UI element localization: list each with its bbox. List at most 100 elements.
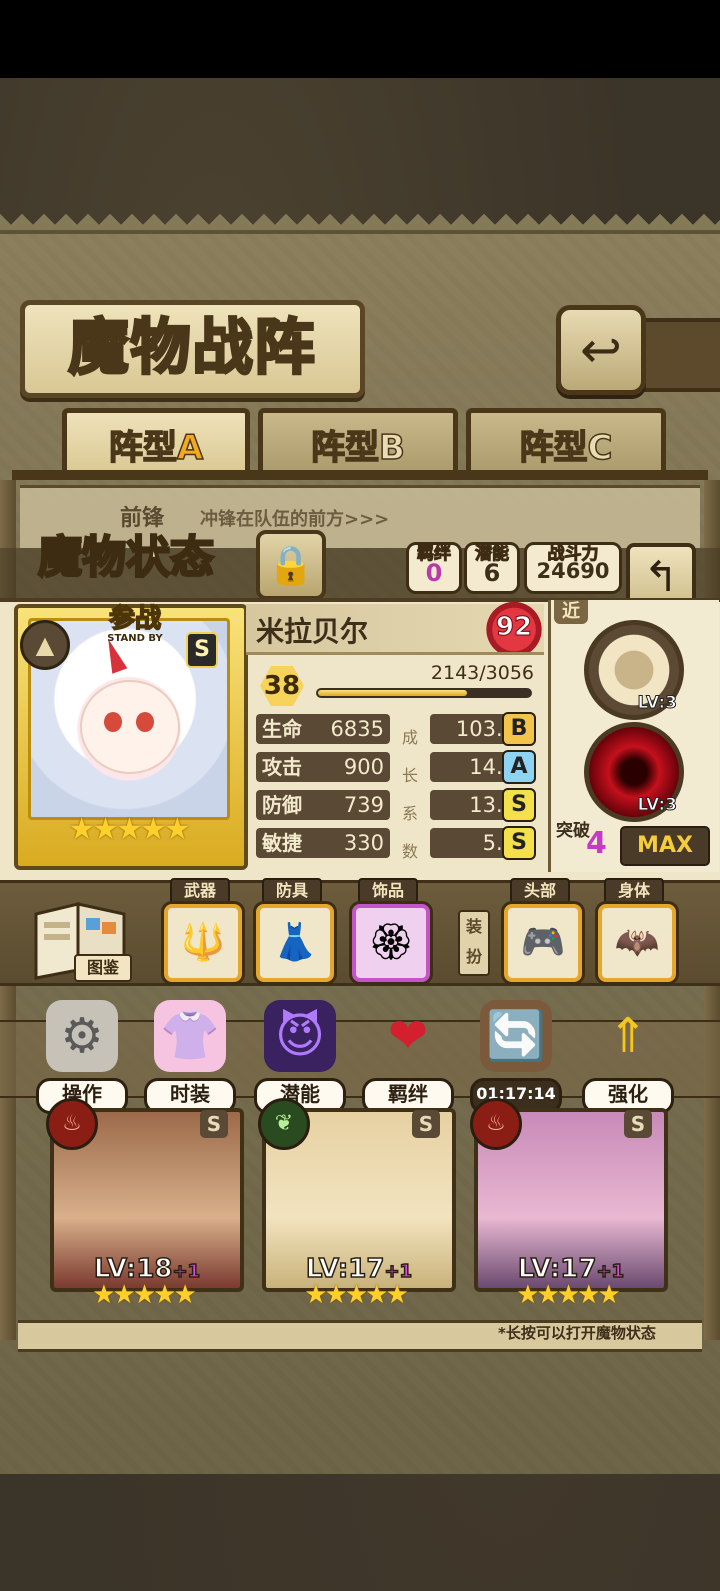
growth-char: 系 [401,804,418,823]
tab-label: 阵型 [519,427,589,469]
head-tag: 头部 [510,878,570,904]
page-title: 魔物战阵 [67,312,317,385]
body-slot[interactable]: 🦇 [598,904,676,982]
hero-rank: S [412,1110,440,1138]
back-button[interactable]: ↩ [556,305,646,395]
exp-text: 2143/3056 [430,662,534,684]
trident-icon: 🔱 [180,922,226,963]
max-button[interactable]: MAX [620,826,710,866]
grade-badge: B [502,712,536,746]
bond-box: 羁绊 0 [406,542,462,594]
character-name: 米拉贝尔 [256,615,369,648]
skill-level: LV:3 [637,795,678,816]
break-label: 突破 [556,821,590,841]
rarity-stars: ★★★★★ [68,812,190,847]
refresh-chest-icon: 🔄 [480,1000,552,1072]
lock-icon: 🔒 [267,543,315,587]
stat-name: 生命 [262,717,302,741]
hero-plus: +1 [172,1260,201,1283]
gamepad-icon: 🎮 [520,922,566,963]
dress-icon: 👗 [272,922,318,963]
stat-name: 敏捷 [262,831,302,855]
grade-badge: S [502,788,536,822]
upgrade-arrows-icon: ⇑ [607,1008,649,1064]
growth-char: 数 [401,842,418,861]
hero-plus: +1 [596,1260,625,1283]
hint-text: *长按可以打开魔物状态 [498,1324,656,1342]
medallion-icon: 🏵 [368,922,414,963]
hero-stars: ★★★★★ [92,1280,197,1310]
growth-char: 长 [401,766,418,785]
hearts-icon: ❤ [387,1008,429,1064]
armor-slot[interactable]: 👗 [256,904,334,982]
stat-row-hp: 生命 6835 [256,714,390,744]
potential-box: 潜能 6 [464,542,520,594]
stat-name: 攻击 [262,755,302,779]
tab-label: 阵型 [310,427,380,469]
return-arrow-icon: ↩ [580,321,622,379]
stat-row-atk: 攻击 900 [256,752,390,782]
leaf-icon: ❦ [258,1098,310,1150]
eye-left [104,712,122,732]
growth-char: 成 [401,728,418,747]
accessory-slot[interactable]: 🏵 [352,904,430,982]
hero-stars: ★★★★★ [516,1280,621,1310]
character-face [80,680,180,774]
stat-value: 739 [343,793,384,817]
hero-rank: S [624,1110,652,1138]
action-enhance-button[interactable]: ⇑ 强化 [582,1000,674,1114]
codex-label: 图鉴 [74,954,132,982]
outfit-icon: 👚 [154,1000,226,1072]
gear-icon: ⚙ [46,1000,118,1072]
grade-badge: A [502,750,536,784]
action-potential-button[interactable]: 😈 潜能 [254,1000,346,1114]
skill-1-button[interactable]: LV:3 [584,620,684,720]
back-rail [636,318,720,392]
bat-icon: 🦇 [614,922,660,963]
bond-value: 0 [425,559,443,587]
demon-icon: 😈 [264,1000,336,1072]
fire-icon: ♨ [470,1098,522,1150]
fire-icon: ♨ [46,1098,98,1150]
status-title: 魔物状态 [37,531,216,585]
tab-letter: B [378,427,405,469]
stat-value: 900 [343,755,384,779]
skill-level: LV:3 [637,693,678,714]
skill-2-button[interactable]: LV:3 [584,722,684,822]
eye-right [136,712,154,732]
weapon-tag: 武器 [170,878,230,904]
tab-rail [12,470,708,480]
head-slot[interactable]: 🎮 [504,904,582,982]
hero-plus: +1 [384,1260,413,1283]
range-tag: 近 [554,600,588,624]
body-tag: 身体 [604,878,664,904]
break-value: 4 [586,826,607,861]
tab-formation-a[interactable]: 阵型A [62,408,250,479]
stat-value: 330 [343,831,384,855]
tab-letter: C [587,427,613,469]
weapon-slot[interactable]: 🔱 [164,904,242,982]
stat-row-agi: 敏捷 330 [256,828,390,858]
status-bar [0,0,720,78]
accessory-tag: 饰品 [358,878,418,904]
exp-bar-fill [318,690,467,696]
tab-formation-b[interactable]: 阵型B [258,408,458,479]
action-operate-button[interactable]: ⚙ 操作 [36,1000,128,1114]
hero-rank: S [200,1110,228,1138]
action-fashion-button[interactable]: 👚 时装 [144,1000,236,1114]
tab-formation-c[interactable]: 阵型C [466,408,666,479]
action-refresh-button[interactable]: 🔄 01:17:14 [470,1000,562,1114]
tab-letter: A [176,427,204,469]
power-box: 战斗力 24690 [524,542,622,594]
affinity-heart: 92 [486,602,542,652]
potential-value: 6 [483,559,501,587]
power-value: 24690 [536,559,610,583]
dress-up-label: 装扮 [458,910,490,976]
stat-name: 防御 [262,793,302,817]
class-mountain-icon: ▲ [20,620,70,670]
armor-tag: 防具 [262,878,322,904]
stat-value: 6835 [330,717,384,741]
action-bond-button[interactable]: ❤ 羁绊 [362,1000,454,1114]
hero-stars: ★★★★★ [304,1280,409,1310]
lock-button[interactable]: 🔒 [256,530,326,600]
